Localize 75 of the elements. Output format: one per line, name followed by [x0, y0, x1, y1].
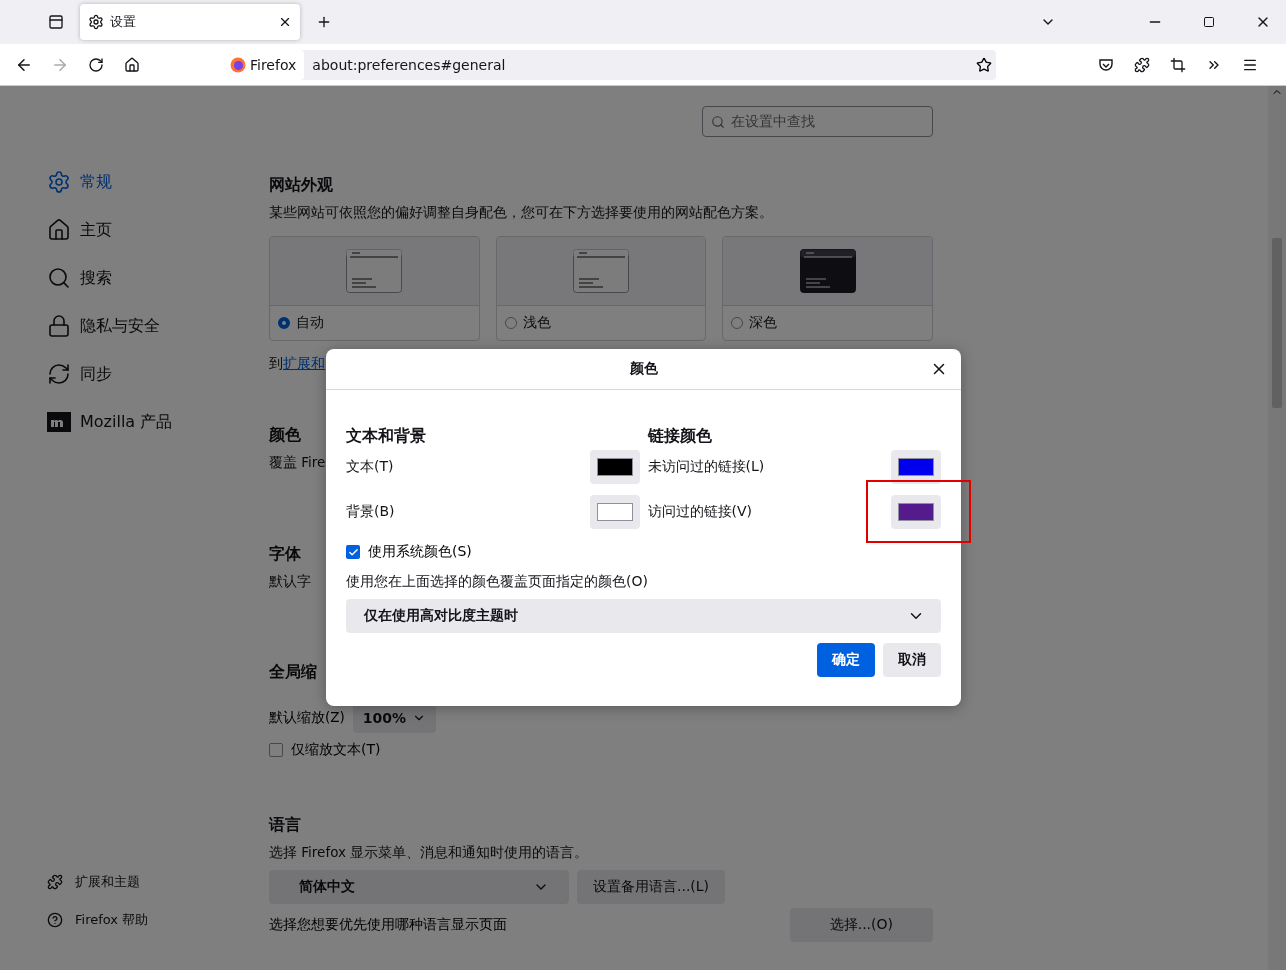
dialog-button[interactable]: 取消 — [883, 643, 941, 677]
color-label: 未访问过的链接(L) — [647, 458, 765, 476]
note-text: 到扩展和 — [269, 355, 325, 373]
sidebar-item[interactable]: 搜索 — [47, 264, 269, 292]
section-title: 颜色 — [269, 425, 301, 446]
fox-logo-icon — [230, 56, 246, 73]
extensions-link[interactable]: 扩展和 — [283, 355, 325, 371]
color-label: 文本(T) — [346, 458, 394, 476]
sidebar-item[interactable]: 主页 — [47, 216, 269, 244]
sidebar-item[interactable]: Mozilla 产品 — [47, 408, 269, 436]
radio-button[interactable] — [504, 317, 517, 329]
sidebar-item[interactable]: 隐私与安全 — [47, 312, 269, 340]
url-text: about:preferences#general — [312, 56, 507, 73]
browser-tab[interactable]: 设置 — [80, 4, 300, 40]
radio-button[interactable] — [278, 317, 290, 329]
theme-label: 自动 — [296, 314, 324, 332]
checkbox[interactable] — [346, 545, 360, 559]
color-label: 背景(B) — [346, 503, 395, 521]
sidebar-item-icon — [47, 266, 71, 290]
section-description: 覆盖 Fire — [269, 454, 326, 472]
zoom-label: 默认缩放(Z) — [269, 709, 345, 727]
group-title: 文本和背景 — [346, 426, 427, 447]
override-label: 使用您在上面选择的颜色覆盖页面指定的颜色(O) — [346, 573, 649, 591]
logo-icon — [47, 412, 71, 432]
footer-icon — [47, 912, 63, 928]
theme-card[interactable]: 浅色 — [495, 236, 707, 341]
section-description: 选择 Firefox 显示菜单、消息和通知时使用的语言。 — [269, 844, 589, 862]
section-title: 网站外观 — [269, 175, 333, 196]
sidebar-item[interactable]: 同步 — [47, 360, 269, 388]
sidebar-item-icon — [47, 170, 71, 194]
sidebar-footer-link[interactable]: 扩展和主题 — [47, 872, 269, 892]
close-icon[interactable] — [278, 15, 292, 29]
theme-label: 浅色 — [522, 314, 551, 332]
section-description: 某些网站可依照您的偏好调整自身配色，您可在下方选择要使用的网站配色方案。 — [269, 204, 773, 222]
color-picker[interactable] — [589, 450, 640, 484]
sidebar-item-icon — [47, 362, 71, 386]
color-picker[interactable] — [891, 495, 941, 529]
address-bar[interactable]: Firefox about:preferences#general — [222, 49, 996, 80]
tab-title: 设置 — [110, 13, 137, 31]
section-title: 全局缩 — [269, 662, 317, 683]
alternate-language-button[interactable]: 设置备用语言...(L) — [577, 870, 726, 904]
checkbox-label: 使用系统颜色(S) — [368, 543, 472, 561]
section-title: 字体 — [269, 544, 301, 565]
choose-button[interactable]: 选择...(O) — [789, 908, 933, 942]
theme-card[interactable]: 自动 — [269, 236, 480, 341]
checkbox[interactable] — [269, 743, 283, 757]
star-icon[interactable] — [976, 56, 992, 73]
page-preview-icon — [573, 249, 629, 293]
sidebar-item[interactable]: 常规 — [47, 168, 269, 196]
sidebar-footer-link[interactable]: Firefox 帮助 — [47, 910, 269, 930]
section-title: 语言 — [269, 815, 301, 836]
identity-badge[interactable]: Firefox — [222, 49, 305, 80]
override-select[interactable]: 仅在使用高对比度主题时 — [346, 599, 941, 633]
sidebar-item-icon — [47, 314, 71, 338]
language-select[interactable]: 简体中文 — [269, 870, 569, 904]
page-preview-icon — [799, 249, 856, 293]
gear-icon — [88, 14, 104, 30]
language-page-label: 选择您想要优先使用哪种语言显示页面 — [269, 916, 507, 934]
color-picker[interactable] — [891, 450, 941, 484]
search-field[interactable]: 在设置中查找 — [702, 106, 933, 137]
theme-label: 深色 — [749, 314, 778, 332]
sidebar-item-icon — [47, 218, 71, 242]
color-label: 访问过的链接(V) — [647, 503, 752, 521]
footer-icon — [47, 874, 63, 890]
dialog-title: 颜色 — [629, 360, 658, 378]
group-title: 链接颜色 — [647, 426, 713, 447]
scrollbar[interactable] — [1268, 86, 1286, 970]
checkbox-label: 仅缩放文本(T) — [291, 741, 381, 759]
page-preview-icon — [346, 249, 403, 293]
theme-card[interactable]: 深色 — [722, 236, 933, 341]
search-icon — [711, 114, 725, 129]
radio-button[interactable] — [731, 317, 744, 329]
section-description: 默认字 — [269, 573, 311, 591]
color-picker[interactable] — [589, 495, 640, 529]
dialog-button[interactable]: 确定 — [817, 643, 875, 677]
